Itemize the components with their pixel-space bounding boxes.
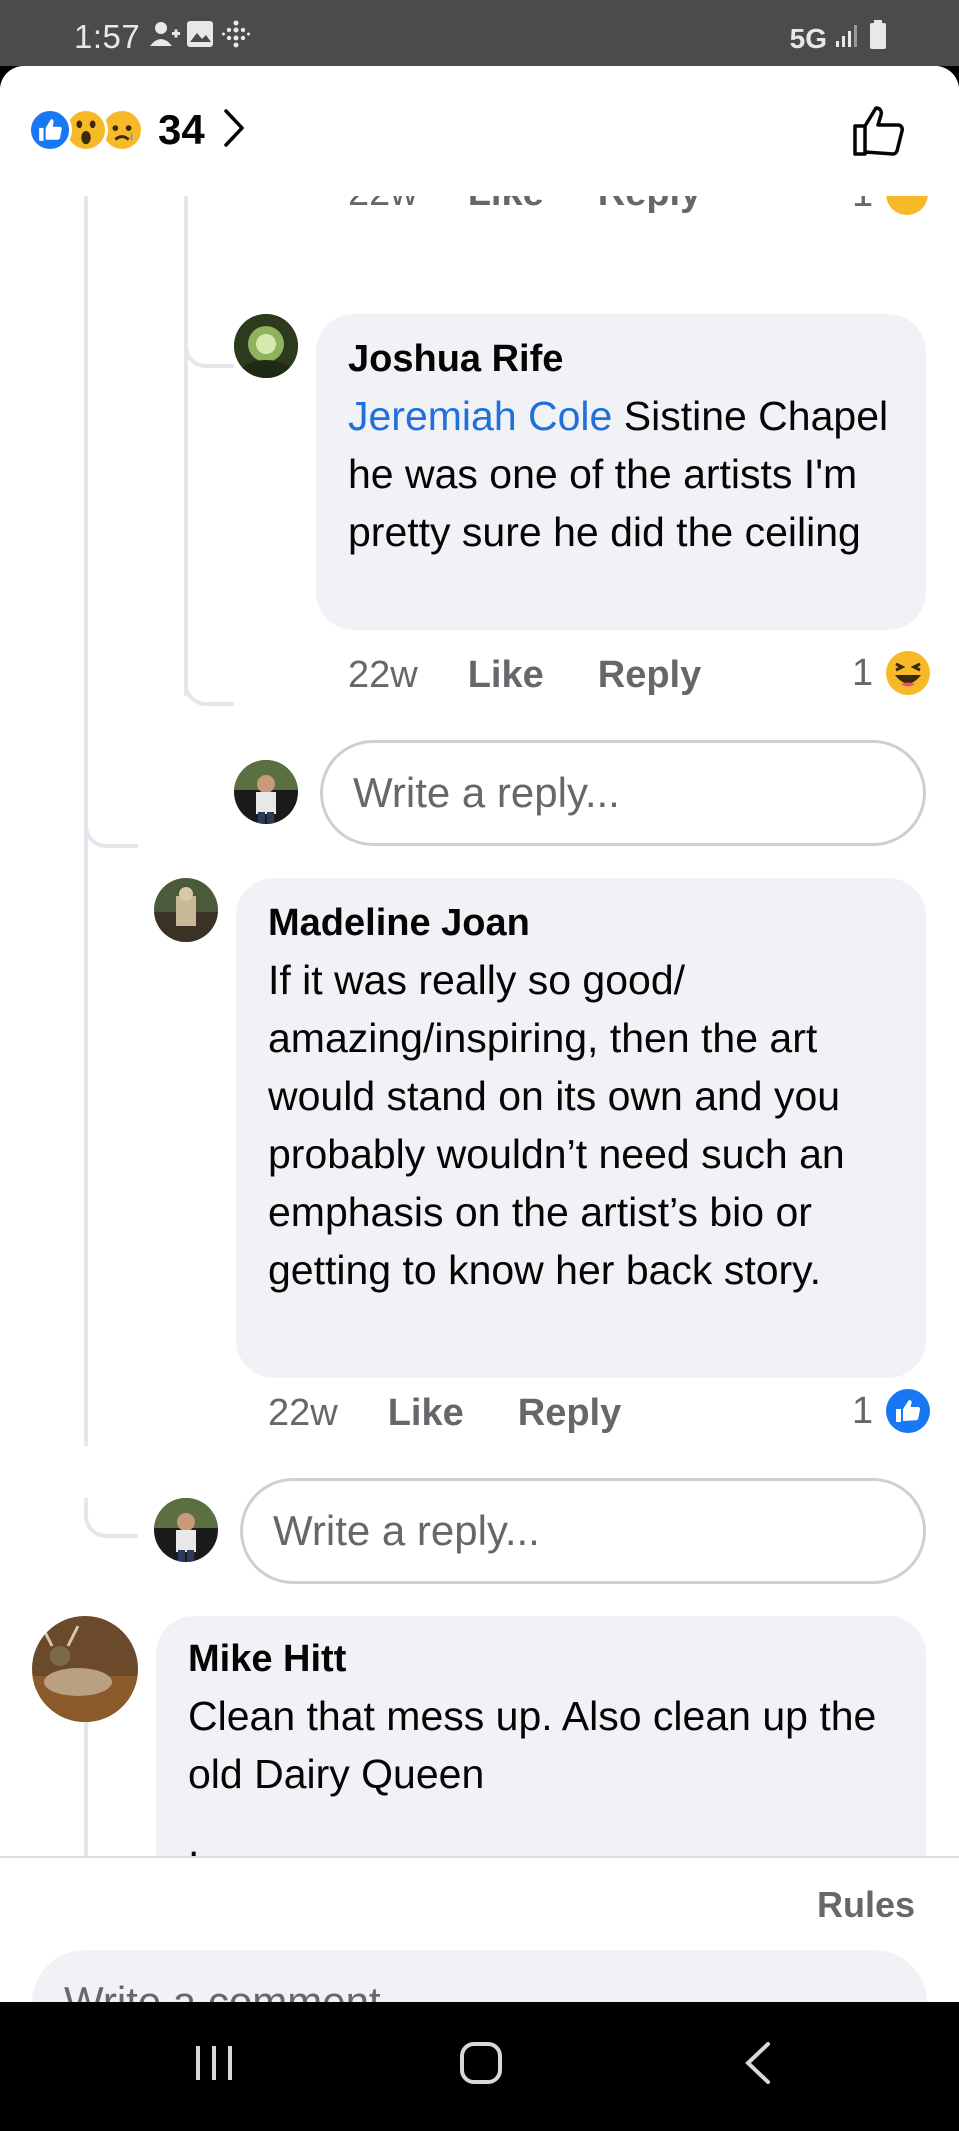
comment-author[interactable]: Madeline Joan — [268, 902, 894, 945]
avatar — [154, 1498, 218, 1562]
avatar[interactable] — [234, 314, 298, 378]
comments-sheet: 34 22w Like Reply 1 — [0, 66, 959, 2002]
comment-bubble[interactable]: Joshua Rife Jeremiah Cole Sistine Chapel… — [316, 314, 926, 630]
haha-reaction-icon — [886, 196, 929, 215]
like-reaction-icon — [886, 1389, 931, 1433]
mention-link[interactable]: Jeremiah Cole — [348, 393, 612, 439]
comment-meta: 22w Like Reply — [348, 654, 701, 697]
comment-age: 22w — [348, 196, 418, 215]
reaction-number: 1 — [852, 196, 873, 216]
comment-reaction[interactable]: 1 — [852, 1388, 931, 1434]
comment-bubble[interactable]: Mike Hitt Clean that mess up. Also clean… — [156, 1616, 926, 1856]
comment-reaction[interactable]: 1 — [852, 650, 931, 696]
comment-age: 22w — [268, 1392, 338, 1434]
like-post-button[interactable] — [851, 102, 907, 163]
avatar[interactable] — [154, 878, 218, 942]
avatar — [234, 760, 298, 824]
rules-link[interactable]: Rules — [817, 1884, 915, 1926]
status-time: 1:57 — [74, 18, 141, 55]
like-reaction-icon — [28, 108, 72, 152]
reaction-number: 1 — [852, 1389, 874, 1432]
reply-link[interactable]: Reply — [598, 654, 701, 697]
like-link[interactable]: Like — [468, 196, 544, 215]
status-notification-icons — [150, 20, 250, 48]
thread-connector — [184, 674, 234, 706]
thread-connector — [84, 808, 138, 848]
dots-grid-icon — [222, 20, 250, 48]
reply-placeholder: Write a reply... — [273, 1507, 540, 1554]
home-button[interactable] — [458, 2040, 504, 2091]
reply-placeholder: Write a reply... — [353, 769, 620, 816]
like-link[interactable]: Like — [388, 1392, 464, 1435]
comment-author[interactable]: Mike Hitt — [188, 1638, 894, 1681]
write-comment-input[interactable]: Write a comment... — [32, 1950, 927, 2002]
chevron-right-icon[interactable] — [223, 108, 245, 153]
signal-icon — [835, 22, 861, 55]
android-nav-bar — [0, 2002, 959, 2131]
comment-composer: Rules Write a comment... — [0, 1856, 959, 2002]
thread-connector — [84, 1498, 138, 1538]
reply-link[interactable]: Reply — [518, 1392, 621, 1435]
comments-list[interactable]: 22w Like Reply 1 Joshua Rife Jeremiah Co… — [0, 196, 959, 1856]
reactions-header: 34 — [0, 66, 959, 196]
back-button[interactable] — [736, 2040, 782, 2091]
reaction-count: 34 — [158, 106, 205, 153]
comment-text: Jeremiah Cole Sistine Chapel he was one … — [348, 387, 894, 561]
recents-button[interactable] — [192, 2040, 238, 2091]
reactions-summary[interactable]: 34 — [28, 106, 245, 154]
comment-age: 22w — [348, 654, 418, 696]
comment-text-extra: . — [188, 1819, 200, 1856]
comment-bubble[interactable]: Madeline Joan If it was really so good/ … — [236, 878, 926, 1378]
haha-reaction-icon — [886, 651, 931, 695]
comment-placeholder: Write a comment... — [64, 1978, 416, 2002]
status-bar: 1:57 5G — [0, 0, 959, 66]
reaction-number: 1 — [852, 651, 874, 694]
reaction-count-cutoff: 1 — [852, 196, 929, 216]
reply-input[interactable]: Write a reply... — [240, 1478, 926, 1584]
thread-connector — [184, 336, 234, 368]
status-right: 5G — [790, 20, 887, 57]
battery-icon — [869, 20, 887, 57]
person-add-icon — [150, 20, 180, 48]
reply-link[interactable]: Reply — [598, 196, 701, 215]
network-type: 5G — [789, 22, 827, 54]
comment-text: Clean that mess up. Also clean up the ol… — [188, 1693, 877, 1797]
comment-text: If it was really so good/ amazing/inspir… — [268, 957, 845, 1293]
comment-author[interactable]: Joshua Rife — [348, 338, 894, 381]
comment-meta-cutoff: 22w Like Reply — [348, 196, 701, 215]
comment-meta: 22w Like Reply — [268, 1392, 621, 1435]
reply-input[interactable]: Write a reply... — [320, 740, 926, 846]
like-link[interactable]: Like — [468, 654, 544, 697]
image-icon — [186, 20, 214, 48]
avatar[interactable] — [32, 1616, 138, 1722]
thread-line — [184, 196, 188, 696]
